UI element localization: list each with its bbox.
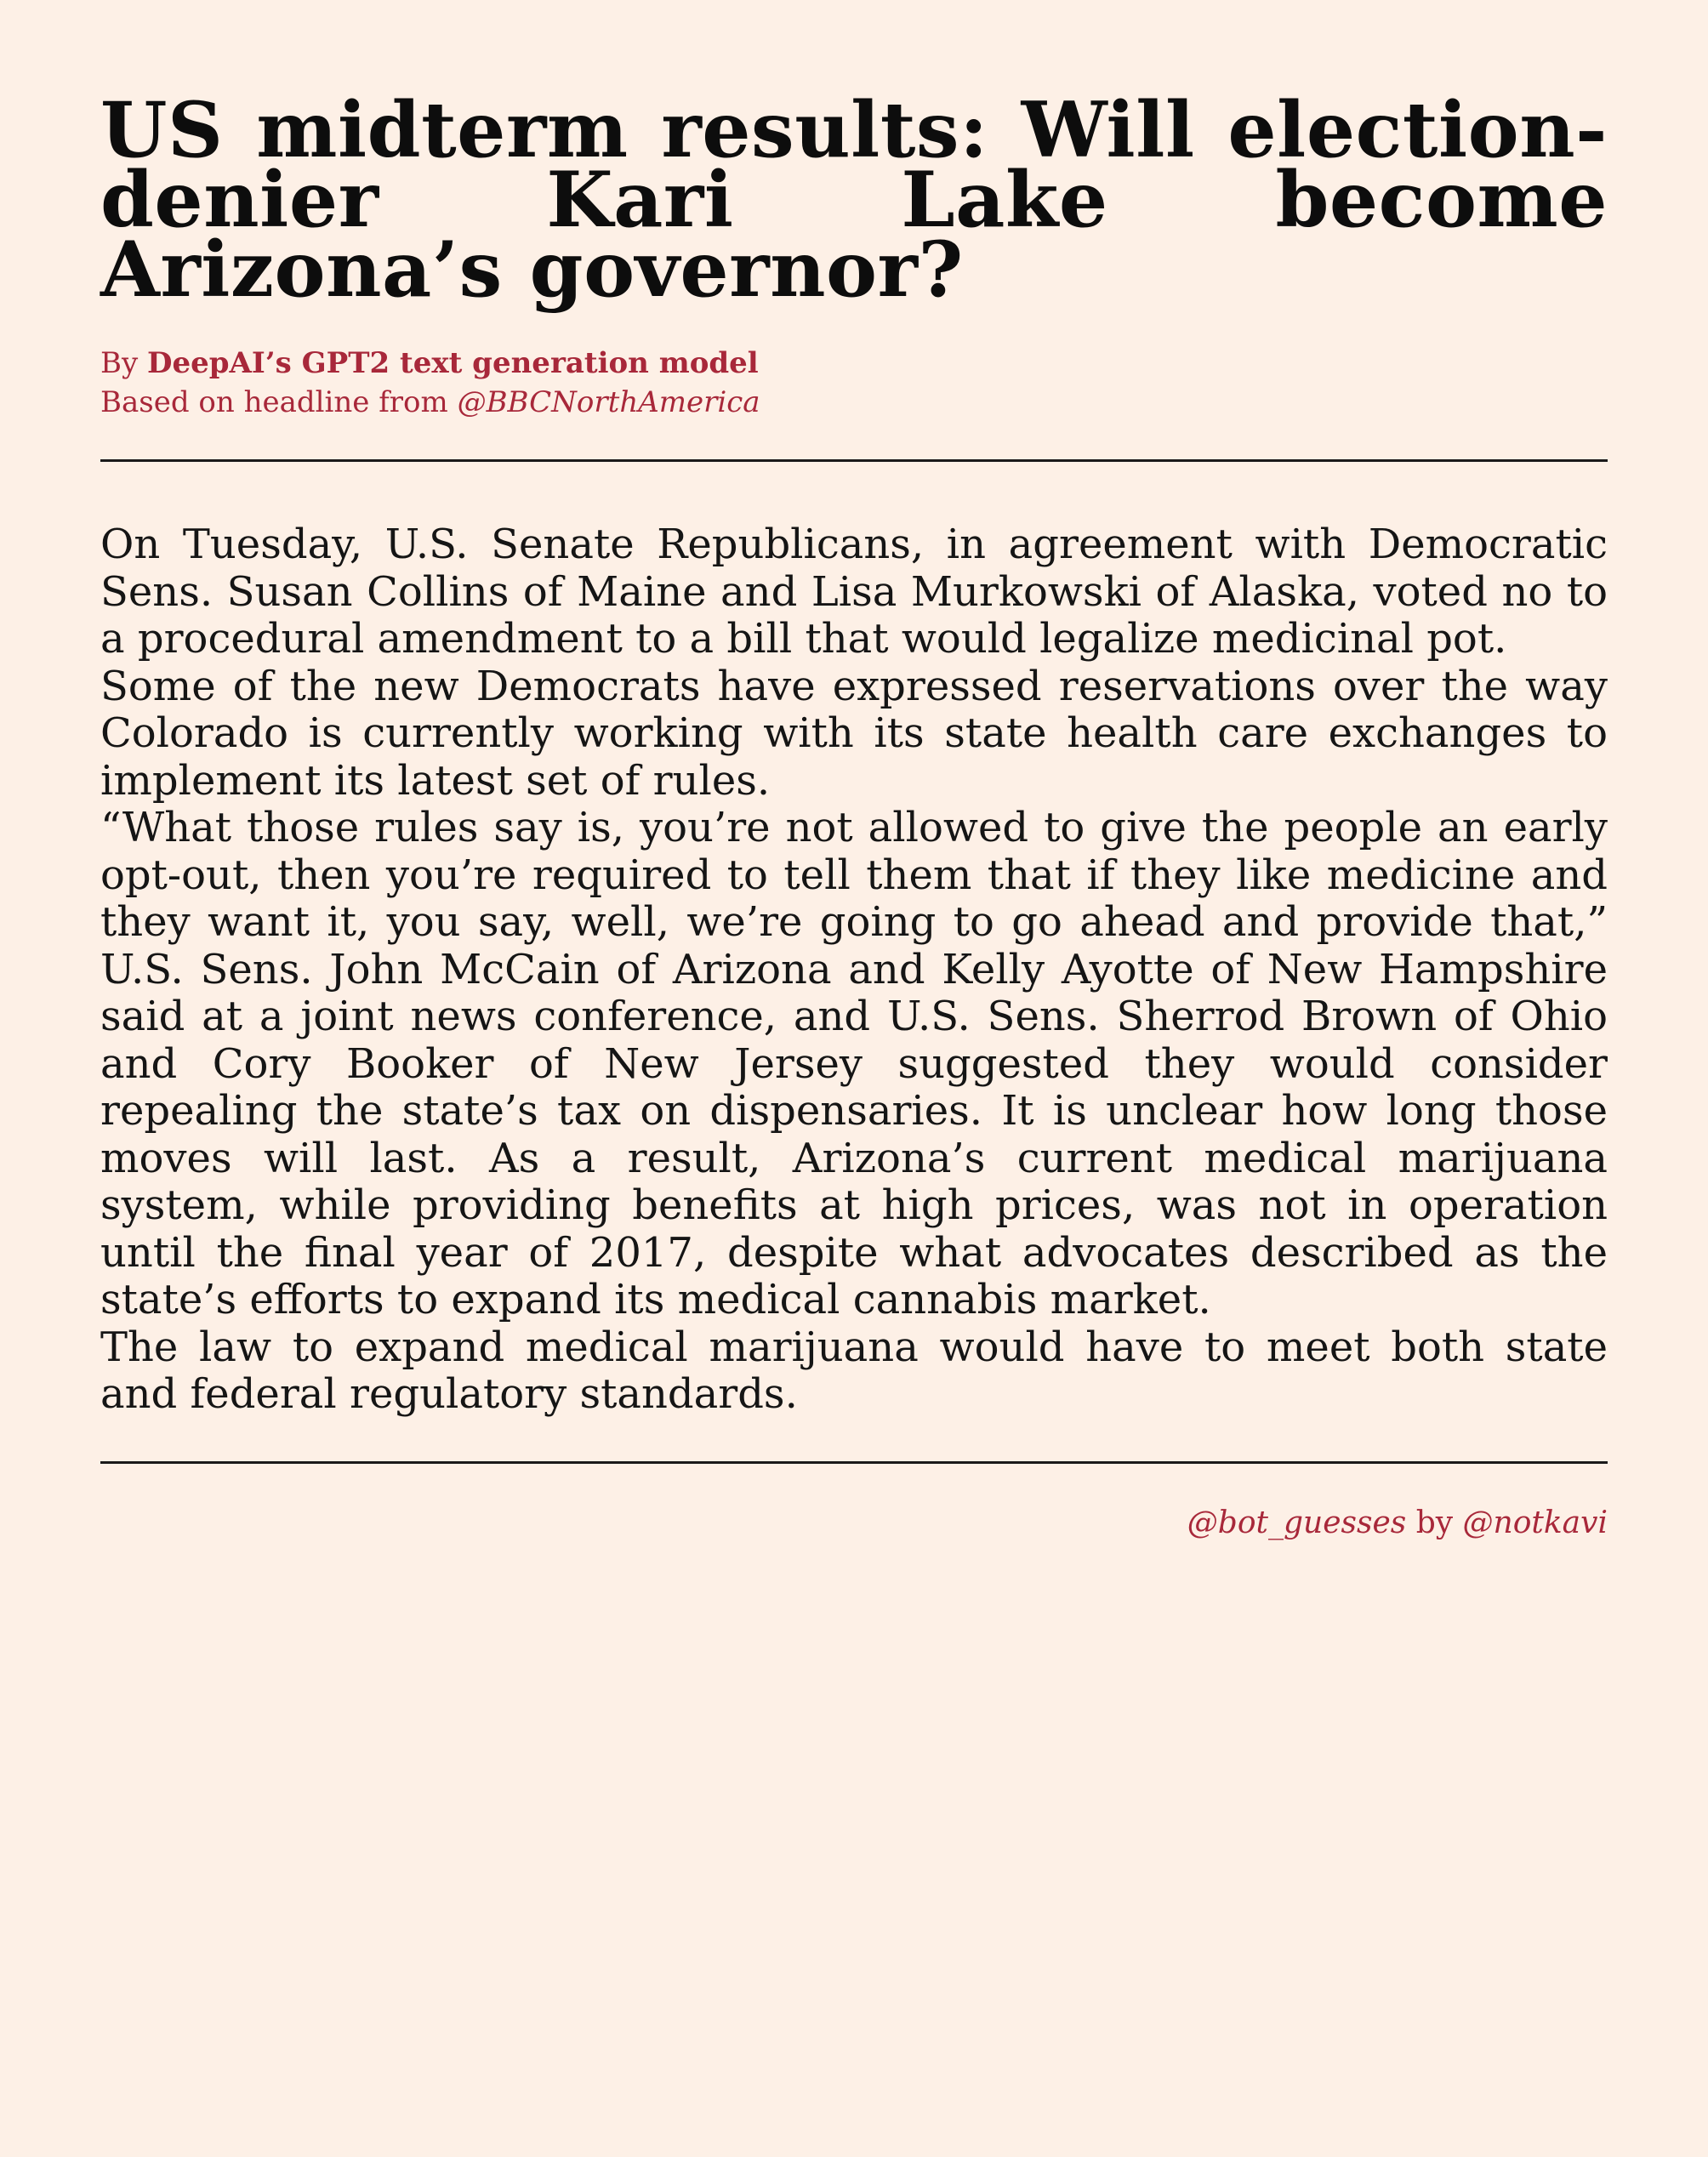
byline-prefix: By [100, 346, 148, 380]
footer-credit: @bot_guesses by @notkavi [100, 1505, 1608, 1542]
article-paragraph: Some of the new Democrats have expressed… [100, 662, 1608, 805]
article-body: On Tuesday, U.S. Senate Republicans, in … [100, 521, 1608, 1419]
byline-source-handle[interactable]: @BBCNorthAmerica [458, 385, 760, 419]
footer-creator-handle[interactable]: @notkavi [1463, 1505, 1608, 1540]
byline-author-line: By DeepAI’s GPT2 text generation model [100, 344, 1608, 383]
byline: By DeepAI’s GPT2 text generation model B… [100, 344, 1608, 422]
article-paragraph: “What those rules say is, you’re not all… [100, 804, 1608, 1323]
footer-by: by [1406, 1505, 1463, 1540]
top-divider [100, 459, 1608, 462]
footer-bot-handle[interactable]: @bot_guesses [1187, 1505, 1406, 1540]
article-page: US midterm results: Will election-denier… [0, 0, 1708, 2157]
byline-source-line: Based on headline from @BBCNorthAmerica [100, 383, 1608, 422]
article-paragraph: On Tuesday, U.S. Senate Republicans, in … [100, 521, 1608, 663]
headline: US midterm results: Will election-denier… [100, 85, 1608, 315]
article-paragraph: The law to expand medical marijuana woul… [100, 1323, 1608, 1418]
byline-source-prefix: Based on headline from [100, 385, 458, 419]
byline-author: DeepAI’s GPT2 text generation model [147, 346, 759, 380]
bottom-divider [100, 1460, 1608, 1464]
